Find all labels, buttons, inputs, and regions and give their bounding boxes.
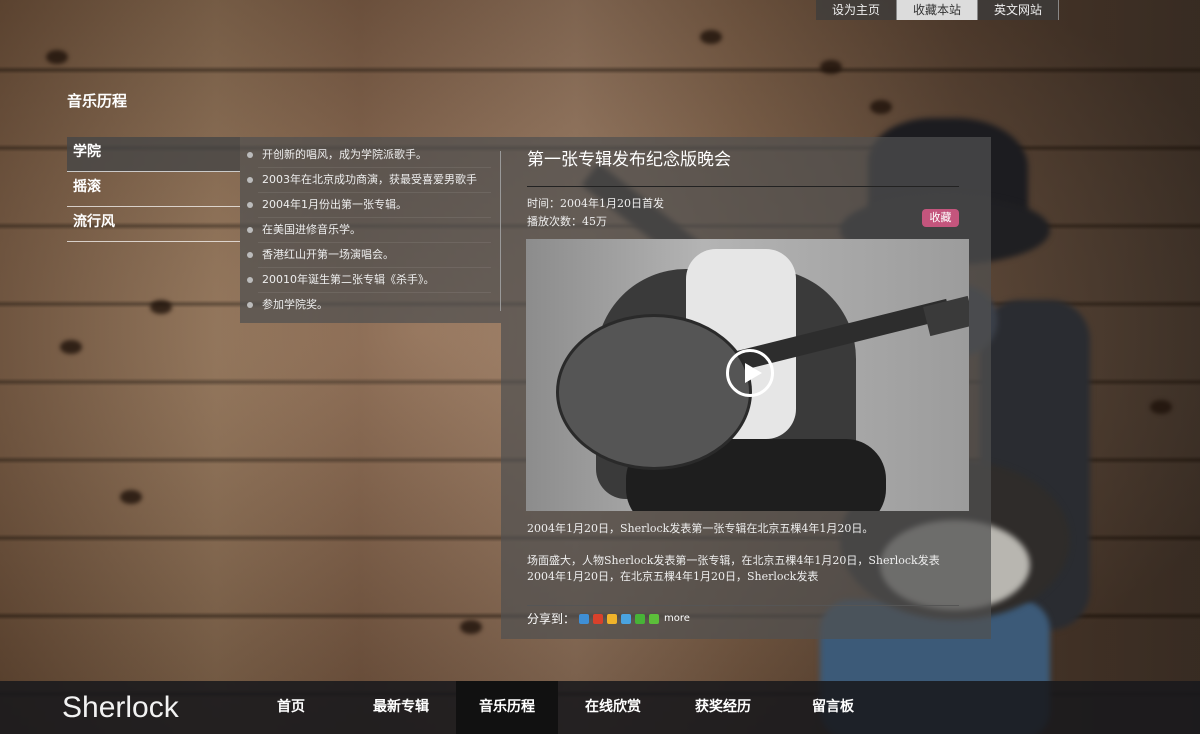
set-homepage-link[interactable]: 设为主页 xyxy=(816,0,897,20)
category-item-academy[interactable]: 学院 xyxy=(67,137,240,172)
description-paragraph: 场面盛大，人物Sherlock发表第一张专辑，在北京五棵4年1月20日，Sher… xyxy=(527,554,940,583)
site-logo[interactable]: Sherlock xyxy=(62,691,179,725)
top-links: 设为主页 收藏本站 英文网站 xyxy=(816,0,1059,20)
wood-knot xyxy=(460,620,482,634)
timeline-item[interactable]: 香港红山开第一场演唱会。 xyxy=(240,242,501,267)
nav-guestbook[interactable]: 留言板 xyxy=(778,681,888,734)
share-bar: 分享到： more xyxy=(527,610,690,627)
share-label: 分享到： xyxy=(527,612,576,626)
timeline-item[interactable]: 20010年诞生第二张专辑《杀手》。 xyxy=(240,267,501,292)
category-menu: 学院 摇滚 流行风 xyxy=(67,137,240,242)
category-item-rock[interactable]: 摇滚 xyxy=(67,172,240,207)
nav-new-albums[interactable]: 最新专辑 xyxy=(346,681,456,734)
nav-awards[interactable]: 获奖经历 xyxy=(668,681,778,734)
category-item-pop[interactable]: 流行风 xyxy=(67,207,240,242)
divider xyxy=(527,605,959,606)
release-time: 时间：2004年1月20日首发 xyxy=(527,197,664,210)
nav-online-listening[interactable]: 在线欣赏 xyxy=(558,681,668,734)
favorite-button[interactable]: 收藏 xyxy=(922,209,959,227)
qzone-icon[interactable] xyxy=(607,613,618,624)
play-count: 播放次数：45万 xyxy=(527,215,607,228)
wood-knot xyxy=(870,100,892,114)
play-icon[interactable] xyxy=(726,349,774,397)
timeline-item[interactable]: 开创新的唱风，成为学院派歌手。 xyxy=(240,142,501,167)
description-paragraph: 2004年1月20日，Sherlock发表第一张专辑在北京五棵4年1月20日。 xyxy=(527,522,874,535)
share-more-link[interactable]: more xyxy=(664,613,690,624)
guitar xyxy=(556,314,752,470)
wood-knot xyxy=(820,60,842,74)
detail-description: 2004年1月20日，Sherlock发表第一张专辑在北京五棵4年1月20日。 … xyxy=(527,521,967,601)
wood-knot xyxy=(700,30,722,44)
timeline-item[interactable]: 在美国进修音乐学。 xyxy=(240,217,501,242)
plus-icon[interactable] xyxy=(649,613,660,624)
page-title: 音乐历程 xyxy=(67,92,128,110)
wood-knot xyxy=(120,490,142,504)
wechat-icon[interactable] xyxy=(635,613,646,624)
nav-home[interactable]: 首页 xyxy=(236,681,346,734)
wood-knot xyxy=(1150,400,1172,414)
timeline-item[interactable]: 2003年在北京成功商演，获最受喜爱男歌手 xyxy=(240,167,501,192)
detail-title: 第一张专辑发布纪念版晚会 xyxy=(527,150,731,170)
sina-weibo-icon[interactable] xyxy=(593,613,604,624)
nav-music-history[interactable]: 音乐历程 xyxy=(456,681,558,734)
english-site-link[interactable]: 英文网站 xyxy=(978,0,1059,20)
bottom-nav-bar: Sherlock 首页 最新专辑 音乐历程 在线欣赏 获奖经历 留言板 xyxy=(0,681,1200,734)
timeline-list: 开创新的唱风，成为学院派歌手。 2003年在北京成功商演，获最受喜爱男歌手 20… xyxy=(240,137,501,323)
timeline-item[interactable]: 2004年1月份出第一张专辑。 xyxy=(240,192,501,217)
bookmark-site-link[interactable]: 收藏本站 xyxy=(897,0,978,20)
detail-panel: 第一张专辑发布纪念版晚会 时间：2004年1月20日首发 播放次数：45万 收藏… xyxy=(501,137,991,639)
qq-icon[interactable] xyxy=(579,613,590,624)
detail-meta: 时间：2004年1月20日首发 播放次数：45万 xyxy=(527,195,664,231)
tencent-weibo-icon[interactable] xyxy=(621,613,632,624)
timeline-item[interactable]: 参加学院奖。 xyxy=(240,292,501,317)
wood-knot xyxy=(60,340,82,354)
main-nav: 首页 最新专辑 音乐历程 在线欣赏 获奖经历 留言板 xyxy=(236,681,888,734)
divider xyxy=(527,186,959,187)
wood-knot xyxy=(150,300,172,314)
wood-knot xyxy=(46,50,68,64)
video-player[interactable] xyxy=(526,239,969,511)
